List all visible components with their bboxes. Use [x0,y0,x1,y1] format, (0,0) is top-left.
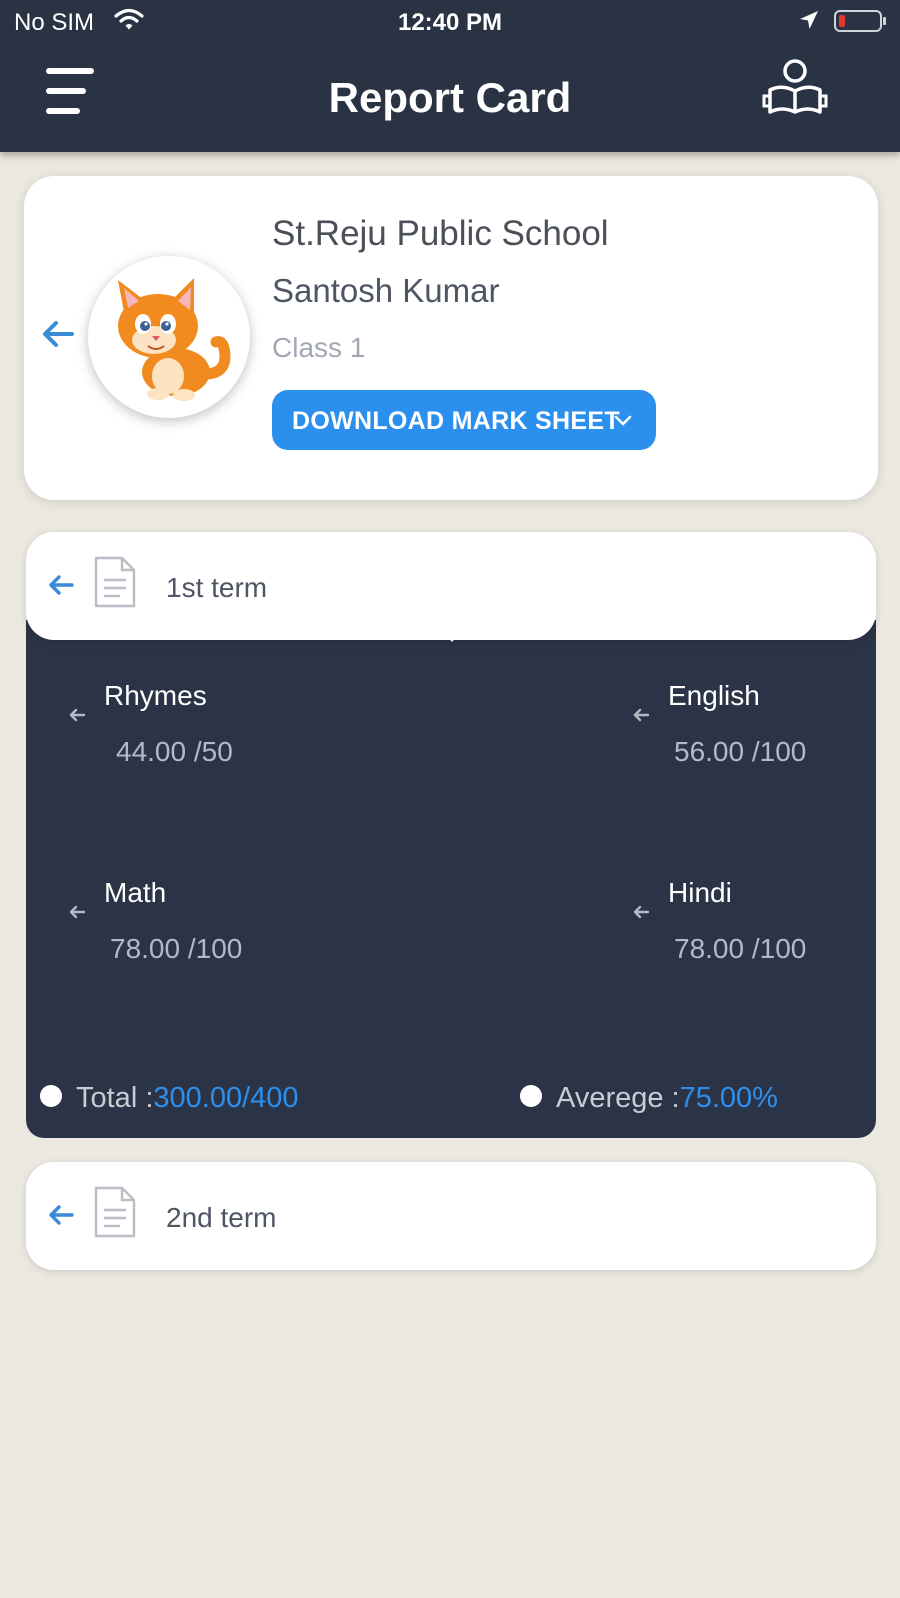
term-label: 1st term [166,572,268,603]
term-marks-panel: Rhymes 44.00 /50 English 56.00 /100 Math… [26,618,876,1138]
subject-item-math[interactable]: Math 78.00 /100 [66,867,306,977]
document-icon [94,1186,136,1238]
back-arrow-icon [69,905,86,919]
subject-name: Rhymes [104,680,207,711]
cartoon-cat-avatar [88,256,250,418]
subject-score: 44.00 /50 [116,736,233,767]
school-name: St.Reju Public School [272,214,609,253]
student-reading-book-icon[interactable] [760,54,830,124]
subject-name: Math [104,877,167,908]
average-label: Averege : [556,1082,680,1114]
back-arrow-icon [633,905,650,919]
subject-score: 56.00 /100 [674,736,807,767]
back-arrow-icon [69,708,86,722]
cat-illustration-icon [118,278,231,401]
battery-level [839,15,845,27]
class-label: Class 1 [272,332,366,363]
location-arrow-icon [800,11,818,29]
battery-icon [834,10,886,32]
total-summary: Total :300.00/400 [40,1082,299,1115]
student-name: Santosh Kumar [272,272,500,309]
status-bar: No SIM 12:40 PM [0,0,900,46]
back-arrow-icon [49,1205,74,1225]
average-summary: Averege :75.00% [520,1082,778,1115]
subject-name: English [668,680,760,711]
term-header-1st[interactable]: 1st term [26,532,876,640]
bullet-dot-icon [40,1085,62,1108]
battery-nub [883,17,886,25]
chevron-down-icon [614,415,632,426]
download-mark-sheet-button[interactable]: DOWNLOAD MARK SHEET [272,390,656,450]
bullet-dot-icon [520,1085,542,1108]
back-arrow-icon [633,708,650,722]
term-label: 2nd term [166,1202,277,1233]
student-profile-card: St.Reju Public School Santosh Kumar Clas… [24,176,878,500]
total-label: Total : [76,1082,154,1114]
subject-score: 78.00 /100 [110,933,243,964]
document-icon [94,556,136,608]
subject-item-english[interactable]: English 56.00 /100 [630,670,870,780]
clock-label: 12:40 PM [397,9,503,36]
back-arrow-icon [49,575,74,595]
term-header-2nd[interactable]: 2nd term [26,1162,876,1270]
average-value: 75.00% [679,1082,778,1114]
subject-item-rhymes[interactable]: Rhymes 44.00 /50 [66,670,306,780]
download-button-label: DOWNLOAD MARK SHEET [292,407,620,435]
subject-score: 78.00 /100 [674,933,807,964]
back-arrow-icon[interactable] [40,316,76,352]
subject-name: Hindi [668,877,732,908]
subject-item-hindi[interactable]: Hindi 78.00 /100 [630,867,870,977]
total-value: 300.00/400 [153,1082,299,1114]
nav-bar: Report Card [0,46,900,152]
